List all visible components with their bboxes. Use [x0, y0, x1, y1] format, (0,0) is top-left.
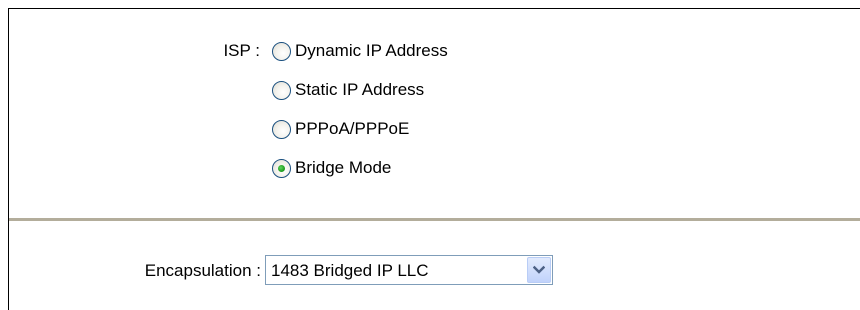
- radio-dot-icon: [278, 164, 285, 172]
- radio-button-dynamic-ip[interactable]: [272, 41, 291, 61]
- dropdown-button[interactable]: [527, 257, 551, 283]
- radio-button-pppoa-pppoe[interactable]: [272, 119, 291, 139]
- radio-button-static-ip[interactable]: [272, 80, 291, 100]
- isp-option-dynamic-ip[interactable]: Dynamic IP Address: [272, 38, 448, 64]
- encapsulation-select[interactable]: 1483 Bridged IP LLC: [265, 255, 553, 285]
- isp-option-label[interactable]: Dynamic IP Address: [295, 41, 448, 61]
- isp-option-label[interactable]: PPPoA/PPPoE: [295, 119, 409, 139]
- panel-top-border: [8, 8, 860, 9]
- section-divider: [9, 218, 860, 221]
- isp-label: ISP :: [223, 41, 260, 60]
- isp-option-label[interactable]: Bridge Mode: [295, 158, 391, 178]
- chevron-down-icon: [533, 265, 545, 274]
- isp-settings-panel: ISP : Dynamic IP Address Static IP Addre…: [0, 0, 860, 310]
- isp-option-label[interactable]: Static IP Address: [295, 80, 424, 100]
- panel-left-border: [8, 8, 9, 310]
- isp-option-pppoa-pppoe[interactable]: PPPoA/PPPoE: [272, 116, 448, 142]
- isp-option-static-ip[interactable]: Static IP Address: [272, 77, 448, 103]
- isp-option-bridge-mode[interactable]: Bridge Mode: [272, 155, 448, 181]
- isp-radio-group: Dynamic IP Address Static IP Address PPP…: [272, 38, 448, 194]
- encapsulation-selected-value: 1483 Bridged IP LLC: [271, 261, 429, 280]
- radio-button-bridge-mode[interactable]: [272, 158, 291, 178]
- encapsulation-label: Encapsulation :: [144, 261, 261, 280]
